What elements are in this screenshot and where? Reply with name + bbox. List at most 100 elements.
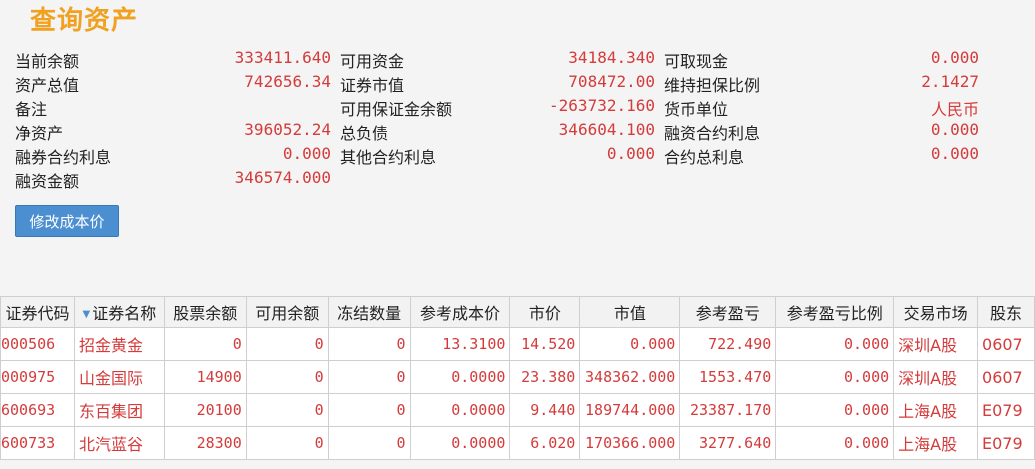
modify-cost-button[interactable]: 修改成本价 [15, 205, 119, 237]
holdings-table: 证券代码 ▼ 证券名称 股票余额 可用余额 冻结数量 参考成本价 市价 市值 参考… [0, 296, 1035, 460]
column-header-ref-cost[interactable]: 参考成本价 [409, 296, 511, 328]
column-header-frozen-qty[interactable]: 冻结数量 [327, 296, 411, 328]
cell-price: 6.020 [509, 426, 581, 460]
column-header-shareholder[interactable]: 股东 [977, 296, 1035, 328]
cell-available-balance: 0 [245, 327, 329, 361]
cell-market-value: 348362.000 [579, 360, 681, 394]
other-interest-value: 0.000 [606, 144, 655, 163]
cell-code: 000975 [0, 360, 75, 394]
cell-ref-pl-ratio: 0.000 [775, 426, 895, 460]
cell-ref-pl-ratio: 0.000 [775, 360, 895, 394]
table-header-row: 证券代码 ▼ 证券名称 股票余额 可用余额 冻结数量 参考成本价 市价 市值 参考… [0, 296, 1035, 328]
cell-ref-pl-ratio: 0.000 [775, 327, 895, 361]
column-header-stock-balance[interactable]: 股票余额 [163, 296, 247, 328]
page-title: 查询资产 [30, 6, 139, 36]
financing-interest-value: 0.000 [930, 120, 979, 139]
withdrawable-cash-label: 可取现金 [664, 52, 729, 71]
cell-price: 9.440 [509, 393, 581, 427]
cell-code: 600733 [0, 426, 75, 460]
available-funds-value: 34184.340 [568, 48, 655, 67]
cell-code: 600693 [0, 393, 75, 427]
withdrawable-cash-value: 0.000 [930, 48, 979, 67]
cell-available-balance: 0 [245, 393, 329, 427]
maintenance-ratio-value: 2.1427 [921, 72, 979, 91]
current-balance-label: 当前余额 [15, 52, 80, 71]
total-assets-value: 742656.34 [244, 72, 331, 91]
cell-market-value: 189744.000 [579, 393, 681, 427]
total-liabilities-label: 总负债 [340, 124, 389, 143]
cell-market: 深圳A股 [893, 360, 979, 394]
securities-lending-interest-label: 融券合约利息 [15, 148, 112, 167]
column-header-price[interactable]: 市价 [509, 296, 581, 328]
cell-stock-balance: 28300 [163, 426, 247, 460]
cell-frozen-qty: 0 [327, 393, 411, 427]
column-header-market[interactable]: 交易市场 [893, 296, 979, 328]
cell-price: 23.380 [509, 360, 581, 394]
total-assets-label: 资产总值 [15, 76, 80, 95]
current-balance-value: 333411.640 [234, 48, 331, 67]
column-header-ref-pl[interactable]: 参考盈亏 [679, 296, 777, 328]
total-liabilities-value: 346604.100 [558, 120, 655, 139]
total-interest-value: 0.000 [930, 144, 979, 163]
cell-ref-pl-ratio: 0.000 [775, 393, 895, 427]
total-interest-label: 合约总利息 [664, 148, 745, 167]
column-header-name[interactable]: ▼ 证券名称 [73, 296, 165, 328]
cell-ref-cost: 0.0000 [409, 360, 511, 394]
available-margin-label: 可用保证金余额 [340, 100, 453, 119]
table-row[interactable]: 000506 招金黄金 0 0 0 13.3100 14.520 0.000 7… [0, 327, 1035, 361]
cell-ref-cost: 13.3100 [409, 327, 511, 361]
cell-market-value: 170366.000 [579, 426, 681, 460]
cell-name: 招金黄金 [73, 327, 165, 361]
cell-ref-cost: 0.0000 [409, 426, 511, 460]
cell-name: 东百集团 [73, 393, 165, 427]
sort-down-icon: ▼ [82, 309, 91, 320]
summary-row: 净资产 396052.24 总负债 346604.100 融资合约利息 0.00… [0, 120, 1035, 144]
cell-stock-balance: 14900 [163, 360, 247, 394]
summary-row: 融券合约利息 0.000 其他合约利息 0.000 合约总利息 0.000 [0, 144, 1035, 168]
cell-name: 北汽蓝谷 [73, 426, 165, 460]
financing-amount-value: 346574.000 [234, 168, 331, 187]
cell-frozen-qty: 0 [327, 426, 411, 460]
cell-market: 深圳A股 [893, 327, 979, 361]
summary-row: 备注 可用保证金余额 -263732.160 货币单位 人民币 [0, 96, 1035, 120]
securities-market-value-value: 708472.00 [568, 72, 655, 91]
cell-available-balance: 0 [245, 360, 329, 394]
cell-stock-balance: 20100 [163, 393, 247, 427]
column-header-market-value[interactable]: 市值 [579, 296, 681, 328]
cell-shareholder: 0607 [977, 327, 1035, 361]
cell-shareholder: 0607 [977, 360, 1035, 394]
currency-unit-label: 货币单位 [664, 100, 729, 119]
securities-lending-interest-value: 0.000 [282, 144, 331, 163]
column-header-code[interactable]: 证券代码 [0, 296, 75, 328]
table-row[interactable]: 600693 东百集团 20100 0 0 0.0000 9.440 18974… [0, 393, 1035, 427]
cell-market: 上海A股 [893, 426, 979, 460]
cell-market-value: 0.000 [579, 327, 681, 361]
table-row[interactable]: 600733 北汽蓝谷 28300 0 0 0.0000 6.020 17036… [0, 426, 1035, 460]
cell-ref-cost: 0.0000 [409, 393, 511, 427]
cell-ref-pl: 23387.170 [679, 393, 777, 427]
maintenance-ratio-label: 维持担保比例 [664, 76, 761, 95]
column-header-ref-pl-ratio[interactable]: 参考盈亏比例 [775, 296, 895, 328]
cell-shareholder: E079 [977, 426, 1035, 460]
cell-ref-pl: 1553.470 [679, 360, 777, 394]
financing-interest-label: 融资合约利息 [664, 124, 761, 143]
column-header-available-balance[interactable]: 可用余额 [245, 296, 329, 328]
summary-row: 融资金额 346574.000 [0, 168, 1035, 192]
cell-market: 上海A股 [893, 393, 979, 427]
cell-shareholder: E079 [977, 393, 1035, 427]
cell-ref-pl: 722.490 [679, 327, 777, 361]
available-funds-label: 可用资金 [340, 52, 405, 71]
cell-price: 14.520 [509, 327, 581, 361]
table-row[interactable]: 000975 山金国际 14900 0 0 0.0000 23.380 3483… [0, 360, 1035, 394]
financing-amount-label: 融资金额 [15, 172, 80, 191]
cell-name: 山金国际 [73, 360, 165, 394]
remark-label: 备注 [15, 100, 48, 119]
summary-row: 资产总值 742656.34 证券市值 708472.00 维持担保比例 2.1… [0, 72, 1035, 96]
other-interest-label: 其他合约利息 [340, 148, 437, 167]
available-margin-value: -263732.160 [549, 96, 655, 115]
net-assets-value: 396052.24 [244, 120, 331, 139]
cell-available-balance: 0 [245, 426, 329, 460]
cell-stock-balance: 0 [163, 327, 247, 361]
summary-row: 当前余额 333411.640 可用资金 34184.340 可取现金 0.00… [0, 48, 1035, 72]
securities-market-value-label: 证券市值 [340, 76, 405, 95]
